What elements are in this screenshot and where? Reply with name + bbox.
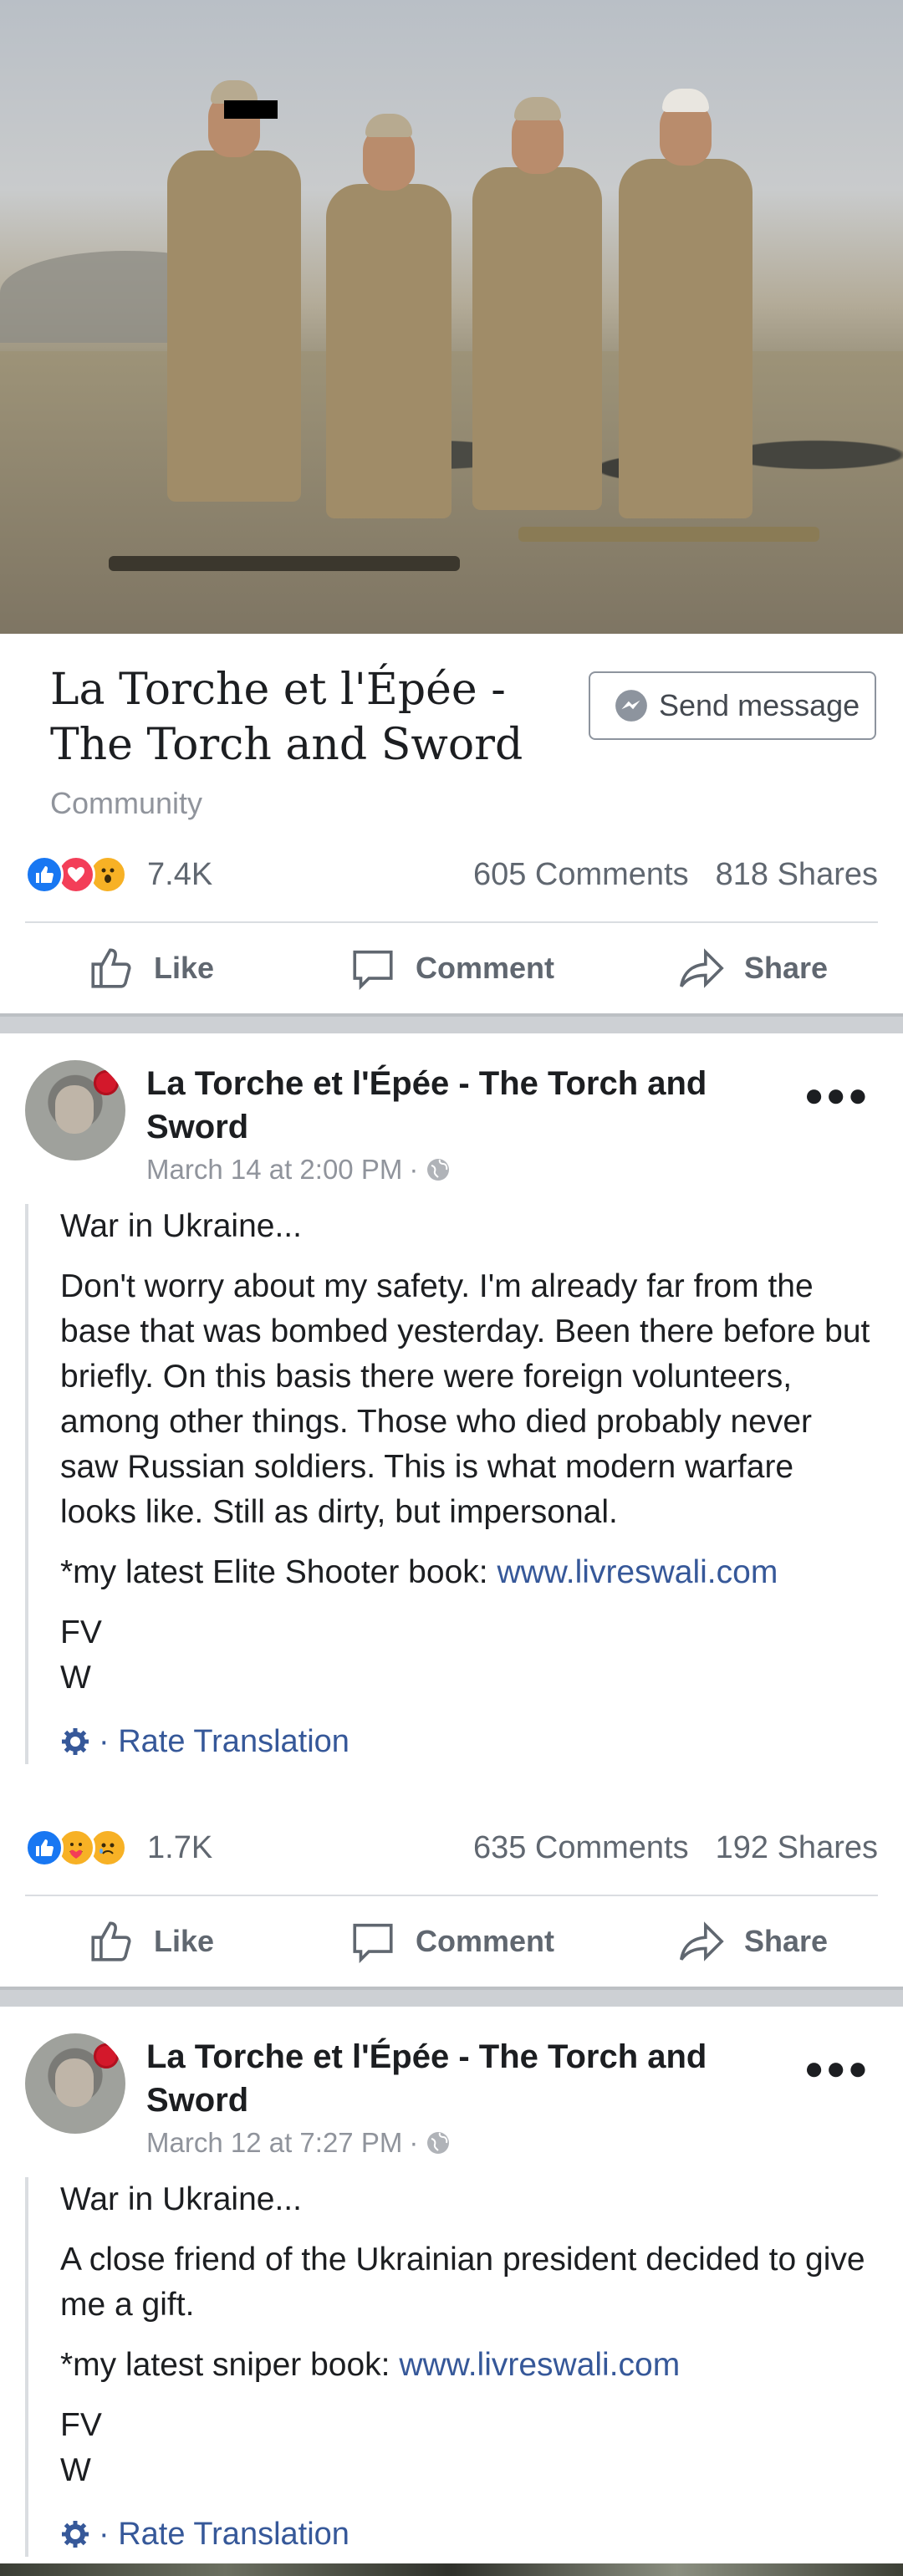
comment-icon	[353, 1923, 393, 1964]
divider	[25, 1895, 878, 1896]
post-signature-1: FV	[60, 1614, 102, 1650]
rate-translation-link[interactable]: · Rate Translation	[60, 2512, 878, 2557]
page-action-bar: Like Comment Share	[0, 926, 903, 1010]
post-meta: March 12 at 7:27 PM ·	[146, 2127, 452, 2159]
comment-count[interactable]: 635 Comments	[473, 1830, 689, 1866]
post-author[interactable]: La Torche et l'Épée - The Torch and Swor…	[146, 1062, 748, 1149]
section-gap	[0, 1013, 903, 1033]
thumbs-up-icon	[91, 1921, 131, 1961]
reaction-icons	[25, 855, 127, 894]
post-author[interactable]: La Torche et l'Épée - The Torch and Swor…	[146, 2035, 748, 2122]
cover-censor-bar	[224, 100, 278, 119]
cover-rifle-1	[109, 556, 460, 571]
share-label: Share	[743, 951, 829, 985]
post-promo: *my latest Elite Shooter book: www.livre…	[60, 1550, 878, 1595]
cover-soldier-3	[472, 97, 602, 510]
post-action-bar: Like Comment Share	[0, 1900, 903, 1983]
promo-link[interactable]: www.livreswali.com	[399, 2347, 680, 2383]
gear-icon	[62, 1728, 89, 1755]
rate-translation-link[interactable]: · Rate Translation	[60, 1719, 878, 1764]
cover-soldier-2	[326, 114, 452, 518]
promo-text: *my latest Elite Shooter book:	[60, 1554, 497, 1590]
post-heading: War in Ukraine...	[60, 2181, 302, 2217]
like-button[interactable]: Like	[0, 1900, 301, 1983]
globe-icon	[427, 2132, 450, 2154]
post-text: Don't worry about my safety. I'm already…	[60, 1268, 870, 1530]
rate-translation-label: · Rate Translation	[99, 2517, 349, 2552]
post-reactions-bar[interactable]: 1.7K 635 Comments 192 Shares	[25, 1824, 878, 1871]
post-meta: March 14 at 2:00 PM ·	[146, 1154, 452, 1186]
more-options-button[interactable]: ●●●	[804, 1077, 870, 1115]
avatar[interactable]	[25, 1060, 125, 1160]
comment-count[interactable]: 605 Comments	[473, 857, 689, 893]
post-timestamp[interactable]: March 12 at 7:27 PM	[146, 2127, 402, 2159]
share-icon	[680, 1921, 724, 1961]
comment-button[interactable]: Comment	[301, 926, 602, 1010]
rate-translation-label: · Rate Translation	[99, 1724, 349, 1759]
post-body: War in Ukraine... A close friend of the …	[25, 2177, 878, 2557]
globe-icon	[427, 1159, 450, 1181]
meta-separator: ·	[409, 1154, 419, 1185]
promo-text: *my latest sniper book:	[60, 2347, 400, 2383]
like-reaction-icon	[25, 855, 64, 894]
cover-photo[interactable]	[0, 0, 903, 634]
thumbs-up-icon	[91, 948, 131, 988]
like-label: Like	[153, 1924, 215, 1958]
comment-button[interactable]: Comment	[301, 1900, 602, 1983]
post-header: La Torche et l'Épée - The Torch and Swor…	[25, 2033, 878, 2158]
like-label: Like	[153, 951, 215, 985]
section-gap	[0, 1987, 903, 2007]
send-message-label: Send message	[659, 688, 860, 722]
share-label: Share	[743, 1924, 829, 1958]
post-signature-2: W	[60, 2452, 91, 2488]
post-timestamp[interactable]: March 14 at 2:00 PM	[146, 1154, 402, 1186]
post-heading: War in Ukraine...	[60, 1208, 302, 1244]
more-options-button[interactable]: ●●●	[804, 2050, 870, 2088]
avatar[interactable]	[25, 2033, 125, 2134]
post-text: A close friend of the Ukrainian presiden…	[60, 2242, 865, 2323]
reaction-icons	[25, 1829, 127, 1867]
comment-label: Comment	[415, 1924, 554, 1958]
page-category[interactable]: Community	[50, 786, 202, 821]
next-post-image-edge	[0, 2563, 903, 2576]
meta-separator: ·	[409, 2127, 419, 2158]
send-message-button[interactable]: Send message	[589, 671, 876, 740]
post-body: War in Ukraine... Don't worry about my s…	[25, 1204, 878, 1764]
promo-link[interactable]: www.livreswali.com	[497, 1554, 778, 1590]
like-reaction-icon	[25, 1829, 64, 1867]
share-count[interactable]: 818 Shares	[716, 857, 878, 893]
share-button[interactable]: Share	[602, 926, 903, 1010]
cover-rifle-2	[518, 527, 819, 542]
gear-icon	[62, 2521, 89, 2548]
share-icon	[680, 948, 724, 988]
like-button[interactable]: Like	[0, 926, 301, 1010]
cover-soldier-1	[167, 80, 301, 502]
comment-label: Comment	[415, 951, 554, 985]
reaction-count: 7.4K	[147, 856, 213, 892]
post-signature-1: FV	[60, 2407, 102, 2443]
post-signature-2: W	[60, 1660, 91, 1696]
share-button[interactable]: Share	[602, 1900, 903, 1983]
reaction-count: 1.7K	[147, 1829, 213, 1865]
post-promo: *my latest sniper book: www.livreswali.c…	[60, 2343, 878, 2388]
divider	[25, 921, 878, 923]
post-header: La Torche et l'Épée - The Torch and Swor…	[25, 1060, 878, 1185]
messenger-icon	[615, 690, 647, 722]
page-title[interactable]: La Torche et l'Épée - The Torch and Swor…	[50, 662, 585, 773]
page-reactions-bar[interactable]: 7.4K 605 Comments 818 Shares	[25, 851, 878, 898]
cover-soldier-4	[619, 89, 752, 518]
share-count[interactable]: 192 Shares	[716, 1830, 878, 1866]
comment-icon	[353, 950, 393, 991]
